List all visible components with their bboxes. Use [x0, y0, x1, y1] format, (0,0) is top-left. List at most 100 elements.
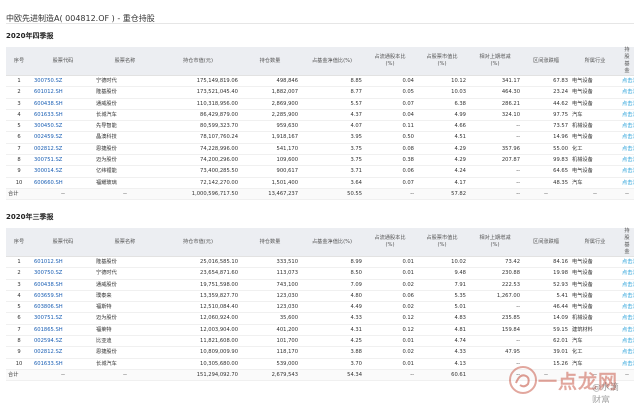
view-funds-link[interactable]: 点击浏览 — [620, 165, 634, 178]
row-index: 6 — [6, 131, 32, 144]
total-row: 合计 -- -- 1,000,596,717.50 13,467,237 50.55 -- 5… — [6, 188, 634, 201]
float-share-ratio: 0.01 — [364, 267, 416, 280]
change-vs-last: -- — [468, 335, 522, 348]
industry: 化工 — [570, 143, 620, 156]
view-funds-link[interactable]: 点击浏览 — [620, 279, 634, 291]
industry: 机械设备 — [570, 120, 620, 133]
fund-nav-ratio: 4.33 — [300, 312, 364, 325]
period-return: 23.24 — [522, 86, 570, 99]
view-funds-link[interactable]: 点击浏览 — [620, 131, 634, 144]
industry: 电气设备 — [570, 131, 620, 144]
page-header: 中欧先进制造A( 004812.OF ) - 重仓持股 — [6, 6, 634, 24]
stock-code-link[interactable]: 601633.SH — [32, 358, 94, 370]
industry: 汽车 — [570, 177, 620, 189]
view-funds-link[interactable]: 点击浏览 — [620, 177, 634, 189]
stock-value-ratio: 4.13 — [416, 358, 468, 370]
position-value: 19,751,598.00 — [156, 279, 240, 291]
float-share-ratio: 0.12 — [364, 324, 416, 337]
stock-name: 宁德时代 — [94, 75, 156, 88]
position-value: 10,305,680.00 — [156, 358, 240, 370]
float-share-ratio: 0.07 — [364, 177, 416, 189]
column-header: 占基金净值比(%) — [300, 47, 364, 76]
position-quantity: 498,846 — [240, 75, 300, 88]
float-share-ratio: 0.06 — [364, 290, 416, 303]
stock-code-link[interactable]: 300751.SZ — [32, 312, 94, 325]
view-funds-link[interactable]: 点击浏览 — [620, 86, 634, 99]
table-row: 4 601633.SH 长城汽车 86,429,879.00 2,285,900 4.37… — [6, 109, 634, 122]
float-share-ratio: 0.02 — [364, 346, 416, 359]
stock-code-link[interactable]: 600438.SH — [32, 98, 94, 110]
table-row: 9 002812.SZ 恩捷股份 10,809,009.90 118,170 3.88 0.… — [6, 346, 634, 359]
view-funds-link[interactable]: 点击浏览 — [620, 109, 634, 122]
view-funds-link[interactable]: 点击浏览 — [620, 120, 634, 133]
fund-nav-ratio: 3.71 — [300, 165, 364, 178]
stock-value-ratio: 4.99 — [416, 109, 468, 122]
view-funds-link[interactable]: 点击浏览 — [620, 324, 634, 337]
stock-value-ratio: 4.83 — [416, 312, 468, 325]
position-value: 12,510,084.40 — [156, 301, 240, 314]
position-quantity: 333,510 — [240, 256, 300, 269]
stock-code-link[interactable]: 601012.SH — [32, 86, 94, 99]
stock-code-link[interactable]: 002812.SZ — [32, 143, 94, 156]
stock-code-link[interactable]: 603806.SH — [32, 301, 94, 314]
view-funds-link[interactable]: 点击浏览 — [620, 312, 634, 325]
view-funds-link[interactable]: 点击浏览 — [620, 335, 634, 348]
view-funds-link[interactable]: 点击浏览 — [620, 154, 634, 167]
stock-code-link[interactable]: 300750.SZ — [32, 75, 94, 88]
float-share-ratio: 0.01 — [364, 358, 416, 370]
industry: 汽车 — [570, 335, 620, 348]
stock-code-link[interactable]: 002594.SZ — [32, 335, 94, 348]
change-vs-last: 235.85 — [468, 312, 522, 325]
position-value: 173,521,045.40 — [156, 86, 240, 99]
view-funds-link[interactable]: 点击浏览 — [620, 267, 634, 280]
stock-code-link[interactable]: 600438.SH — [32, 279, 94, 291]
stock-name: 隆基股份 — [94, 256, 156, 269]
period-return: 99.83 — [522, 154, 570, 167]
stock-code-link[interactable]: 600660.SH — [32, 177, 94, 189]
column-header: 区间涨跌幅 — [522, 228, 570, 257]
view-funds-link[interactable]: 点击浏览 — [620, 98, 634, 110]
total-cell: 13,467,237 — [240, 188, 300, 201]
stock-name: 比亚迪 — [94, 335, 156, 348]
period-return: 62.01 — [522, 335, 570, 348]
dragon-logo-icon — [509, 366, 537, 394]
stock-code-link[interactable]: 300751.SZ — [32, 154, 94, 167]
table-row: 4 603659.SH 璞泰来 13,359,827.70 123,030 4.80 0.0… — [6, 290, 634, 303]
row-index: 5 — [6, 120, 32, 133]
stock-name: 迈为股份 — [94, 312, 156, 325]
stock-code-link[interactable]: 300750.SZ — [32, 267, 94, 280]
total-cell: 50.55 — [300, 188, 364, 201]
stock-value-ratio: 5.35 — [416, 290, 468, 303]
stock-code-link[interactable]: 601012.SH — [32, 256, 94, 269]
total-cell: 151,294,092.70 — [156, 369, 240, 382]
stock-code-link[interactable]: 601633.SH — [32, 109, 94, 122]
view-funds-link[interactable]: 点击浏览 — [620, 301, 634, 314]
stock-code-link[interactable]: 603659.SH — [32, 290, 94, 303]
row-index: 2 — [6, 86, 32, 99]
table-row: 6 002459.SZ 晶澳科技 78,107,760.24 1,918,167 3.95… — [6, 131, 634, 144]
view-funds-link[interactable]: 点击浏览 — [620, 256, 634, 269]
stock-code-link[interactable]: 002812.SZ — [32, 346, 94, 359]
row-index: 9 — [6, 346, 32, 359]
view-funds-link[interactable]: 点击浏览 — [620, 290, 634, 303]
float-share-ratio: 0.11 — [364, 120, 416, 133]
position-value: 23,654,871.60 — [156, 267, 240, 280]
stock-value-ratio: 7.91 — [416, 279, 468, 291]
view-funds-link[interactable]: 点击浏览 — [620, 75, 634, 88]
stock-code-link[interactable]: 300450.SZ — [32, 120, 94, 133]
view-funds-link[interactable]: 点击浏览 — [620, 143, 634, 156]
period-return: 67.83 — [522, 75, 570, 88]
change-vs-last: 159.84 — [468, 324, 522, 337]
view-funds-link[interactable]: 点击浏览 — [620, 346, 634, 359]
fund-nav-ratio: 8.77 — [300, 86, 364, 99]
position-quantity: 539,000 — [240, 358, 300, 370]
stock-code-link[interactable]: 002459.SZ — [32, 131, 94, 144]
position-value: 110,318,956.00 — [156, 98, 240, 110]
stock-code-link[interactable]: 300014.SZ — [32, 165, 94, 178]
column-header: 序号 — [6, 47, 32, 76]
stock-name: 恩捷股份 — [94, 143, 156, 156]
position-value: 86,429,879.00 — [156, 109, 240, 122]
stock-code-link[interactable]: 601865.SH — [32, 324, 94, 337]
column-header: 持仓数量 — [240, 228, 300, 257]
holdings-page: 中欧先进制造A( 004812.OF ) - 重仓持股 2020年四季报 序号股… — [0, 0, 640, 403]
